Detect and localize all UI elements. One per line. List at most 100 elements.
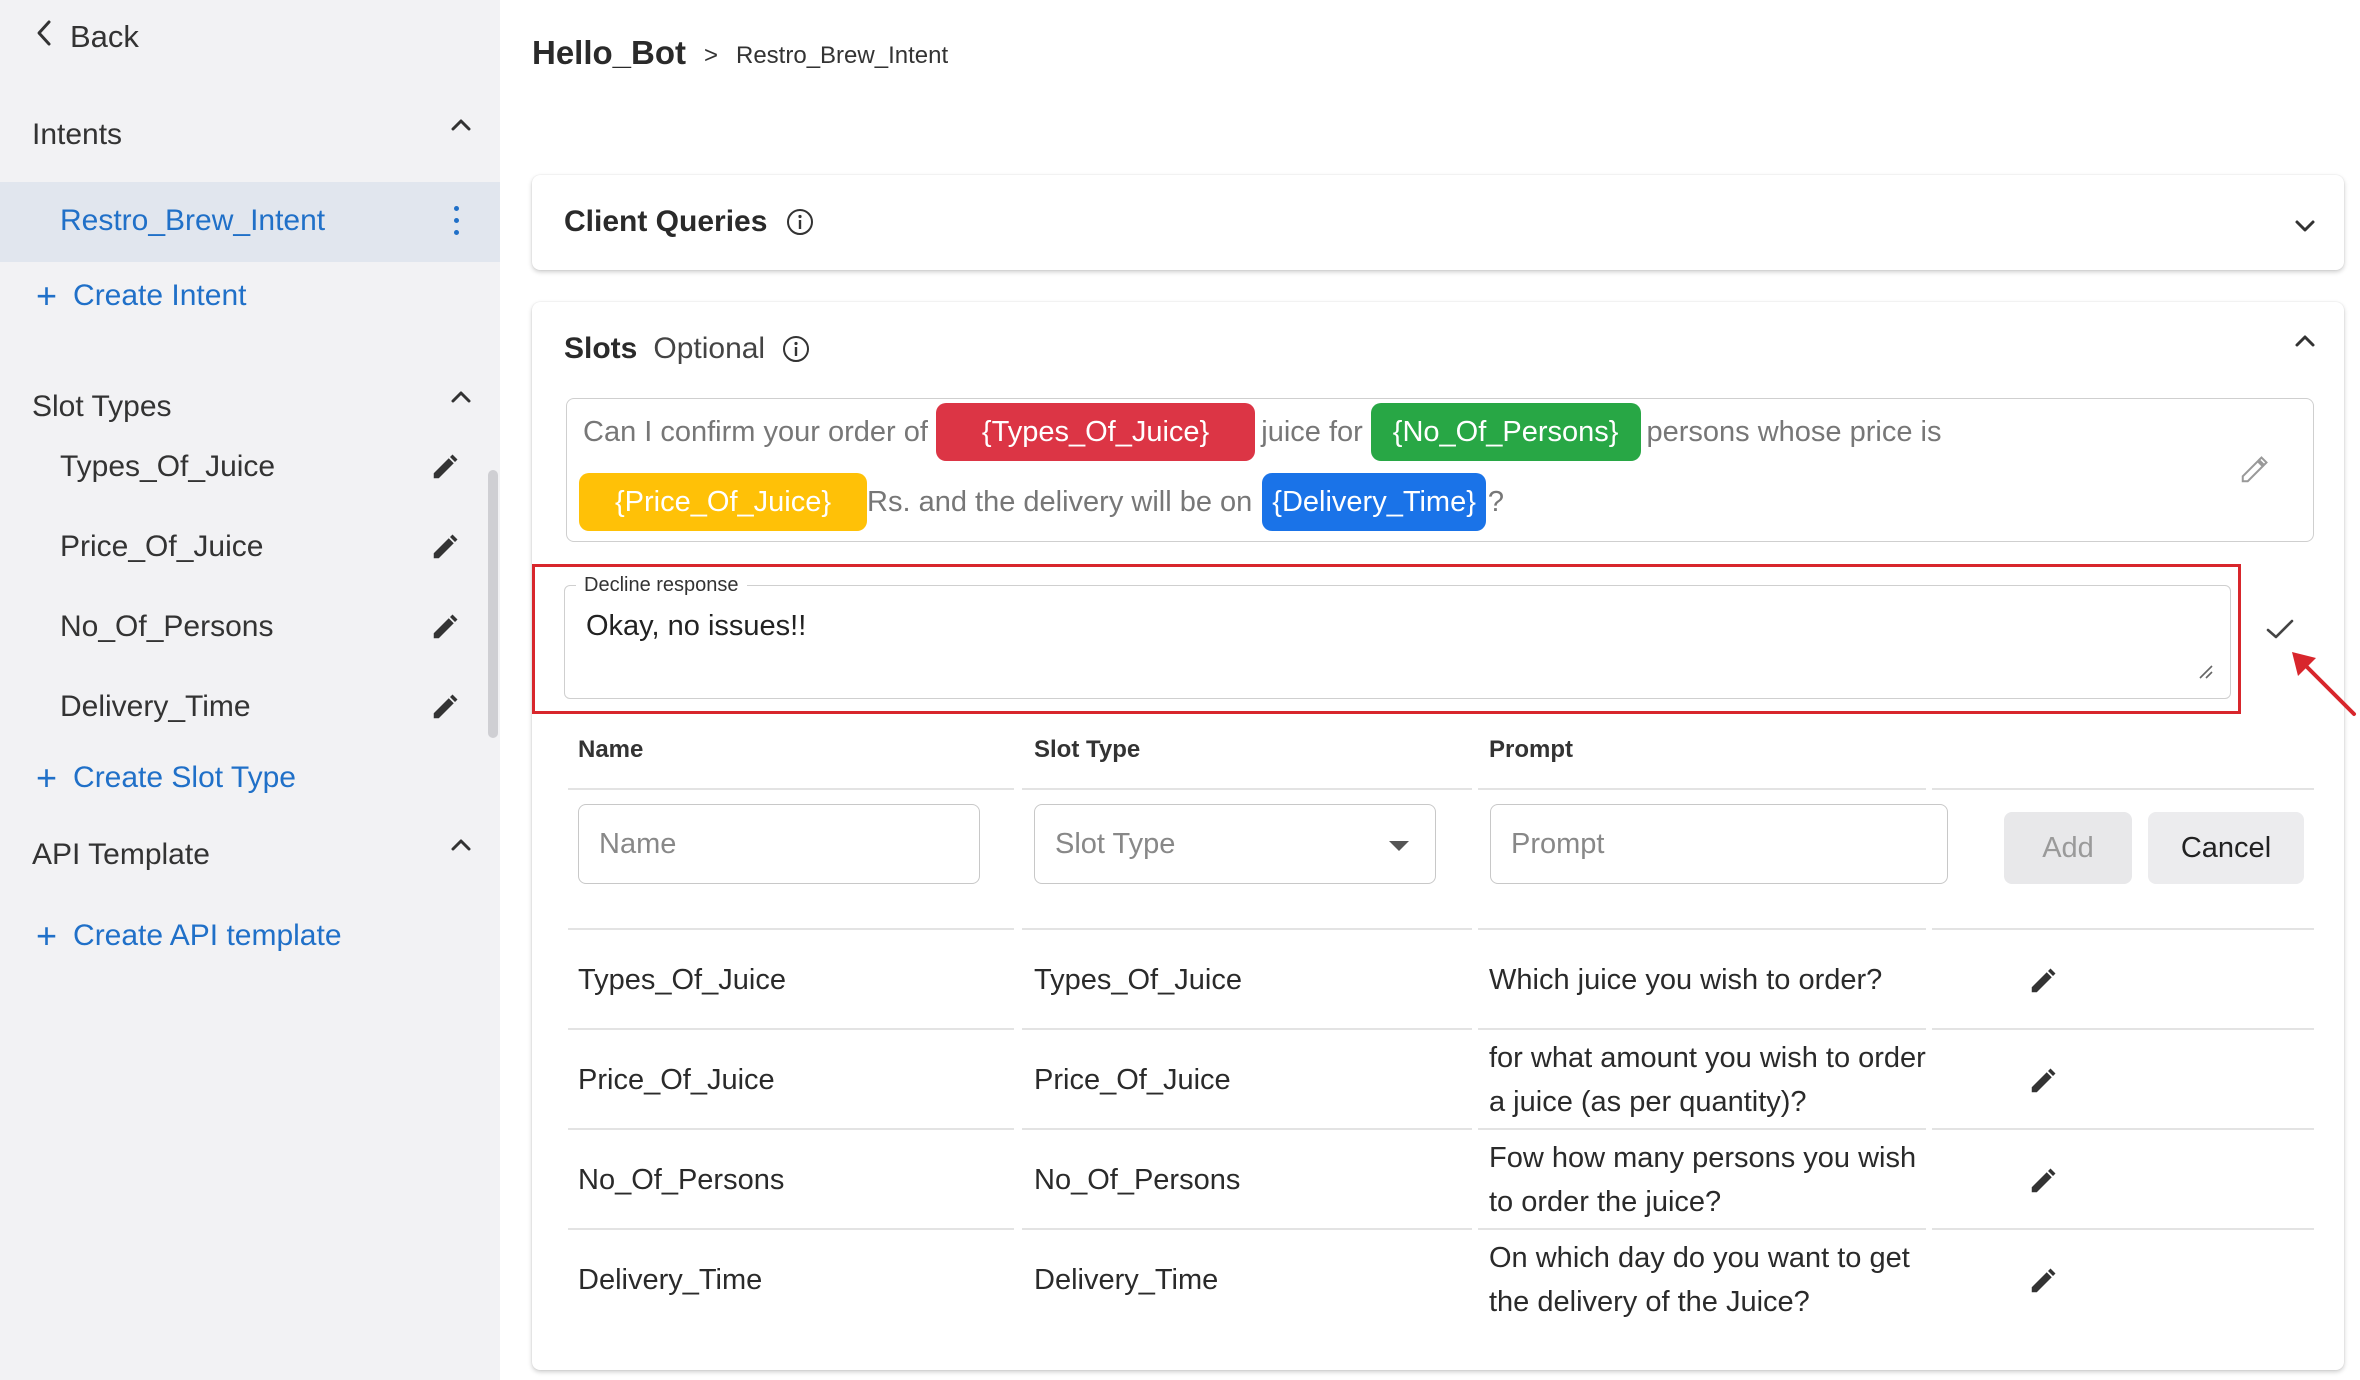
- slots-title: Slots: [564, 332, 638, 365]
- plus-icon: +: [36, 915, 58, 956]
- column-header-prompt: Prompt: [1489, 736, 1573, 763]
- chevron-up-icon[interactable]: [2292, 328, 2318, 354]
- pencil-icon[interactable]: [430, 612, 460, 642]
- decline-response-field[interactable]: [564, 585, 2231, 699]
- cancel-button[interactable]: Cancel: [2148, 812, 2304, 884]
- intents-section-title: Intents: [32, 118, 123, 151]
- breadcrumb-bot[interactable]: Hello_Bot: [532, 34, 686, 72]
- divider: [568, 788, 1014, 790]
- client-queries-card[interactable]: Client Queries: [532, 175, 2344, 270]
- table-cell-prompt: On which day do you want to get: [1489, 1242, 1910, 1274]
- divider: [1022, 1228, 1472, 1230]
- sidebar: Back Intents Restro_Brew_Intent + Create…: [0, 0, 500, 1380]
- pencil-icon[interactable]: [2239, 455, 2269, 485]
- sidebar-item-types-of-juice[interactable]: Types_Of_Juice: [60, 450, 275, 484]
- more-vertical-icon[interactable]: [454, 206, 462, 238]
- table-cell-prompt: the delivery of the Juice?: [1489, 1286, 1810, 1318]
- table-cell-prompt: Which juice you wish to order?: [1489, 964, 1883, 996]
- table-cell-name: Delivery_Time: [578, 1264, 763, 1296]
- pencil-icon[interactable]: [2028, 1066, 2058, 1096]
- divider: [1022, 1028, 1472, 1030]
- sidebar-scrollbar[interactable]: [488, 470, 498, 738]
- add-button[interactable]: Add: [2004, 812, 2132, 884]
- divider: [1932, 1028, 2314, 1030]
- pencil-icon[interactable]: [2028, 966, 2058, 996]
- sidebar-item-price-of-juice[interactable]: Price_Of_Juice: [60, 530, 263, 564]
- slot-chip-delivery-time: {Delivery_Time}: [1262, 473, 1486, 531]
- chevron-up-icon[interactable]: [448, 832, 474, 858]
- divider: [1932, 788, 2314, 790]
- chevron-left-icon: [34, 18, 54, 56]
- table-cell-name: Types_Of_Juice: [578, 964, 786, 996]
- divider: [1932, 928, 2314, 930]
- annotation-arrow-icon: [2282, 642, 2360, 722]
- optional-label: Optional: [653, 332, 766, 365]
- table-cell-slot-type: No_Of_Persons: [1034, 1164, 1241, 1196]
- api-template-section-title: API Template: [32, 838, 210, 871]
- breadcrumb-intent: Restro_Brew_Intent: [736, 42, 949, 69]
- table-cell-name: Price_Of_Juice: [578, 1064, 775, 1096]
- sidebar-item-delivery-time[interactable]: Delivery_Time: [60, 690, 251, 724]
- divider: [568, 1128, 1014, 1130]
- decline-response-value[interactable]: Okay, no issues!!: [586, 610, 806, 643]
- plus-icon: +: [36, 275, 58, 316]
- confirmation-template-box[interactable]: Can I confirm your order of {Types_Of_Ju…: [566, 398, 2314, 542]
- sidebar-item-no-of-persons[interactable]: No_Of_Persons: [60, 610, 273, 644]
- slot-type-select-value: Slot Type: [1055, 828, 1176, 860]
- caret-down-icon: [1389, 841, 1409, 851]
- create-slot-type-link[interactable]: + Create Slot Type: [36, 760, 296, 796]
- divider: [1478, 788, 1926, 790]
- divider: [1932, 1228, 2314, 1230]
- slot-name-input[interactable]: Name: [578, 804, 980, 884]
- pencil-icon[interactable]: [430, 532, 460, 562]
- divider: [1022, 788, 1472, 790]
- divider: [1478, 928, 1926, 930]
- check-icon[interactable]: [2262, 614, 2298, 644]
- chevron-down-icon[interactable]: [2292, 213, 2318, 239]
- divider: [568, 1028, 1014, 1030]
- divider: [1932, 1128, 2314, 1130]
- table-cell-slot-type: Types_Of_Juice: [1034, 964, 1242, 996]
- template-text: Can I confirm your order of: [583, 415, 928, 448]
- table-cell-prompt: Fow how many persons you wish: [1489, 1142, 1917, 1174]
- template-text: ?: [1487, 485, 1505, 518]
- divider: [568, 1228, 1014, 1230]
- table-cell-name: No_Of_Persons: [578, 1164, 785, 1196]
- divider: [1022, 1128, 1472, 1130]
- slot-prompt-input[interactable]: Prompt: [1490, 804, 1948, 884]
- info-icon[interactable]: [781, 334, 811, 364]
- sidebar-item-label: Restro_Brew_Intent: [60, 204, 326, 237]
- slot-chip-types-of-juice: {Types_Of_Juice}: [935, 403, 1256, 461]
- divider: [1022, 928, 1472, 930]
- plus-icon: +: [36, 757, 58, 798]
- pencil-icon[interactable]: [2028, 1266, 2058, 1296]
- pencil-icon[interactable]: [430, 452, 460, 482]
- sidebar-item-restro-brew-intent[interactable]: Restro_Brew_Intent: [0, 182, 500, 262]
- divider: [568, 928, 1014, 930]
- divider: [1478, 1228, 1926, 1230]
- back-button[interactable]: Back: [34, 18, 139, 56]
- pencil-icon[interactable]: [430, 692, 460, 722]
- resize-handle-icon[interactable]: [2198, 664, 2214, 680]
- divider: [1478, 1028, 1926, 1030]
- create-api-template-link[interactable]: + Create API template: [36, 918, 342, 954]
- chevron-up-icon[interactable]: [448, 112, 474, 138]
- pencil-icon[interactable]: [2028, 1166, 2058, 1196]
- slot-types-section-title: Slot Types: [32, 390, 172, 423]
- slot-chip-price-of-juice: {Price_Of_Juice}: [579, 473, 868, 531]
- create-intent-label: Create Intent: [73, 279, 247, 312]
- create-intent-link[interactable]: + Create Intent: [36, 278, 246, 314]
- info-icon[interactable]: [785, 207, 815, 237]
- table-cell-prompt: a juice (as per quantity)?: [1489, 1086, 1807, 1118]
- template-text: Rs. and the delivery will be on: [867, 485, 1253, 518]
- divider: [1478, 1128, 1926, 1130]
- slot-type-select[interactable]: Slot Type: [1034, 804, 1436, 884]
- chevron-up-icon[interactable]: [448, 384, 474, 410]
- table-cell-prompt: to order the juice?: [1489, 1186, 1722, 1218]
- create-api-template-label: Create API template: [73, 919, 342, 952]
- breadcrumb-separator: >: [704, 42, 719, 69]
- decline-response-label: Decline response: [576, 574, 747, 597]
- back-label: Back: [70, 19, 139, 54]
- table-cell-prompt: for what amount you wish to order: [1489, 1042, 1926, 1074]
- create-slot-type-label: Create Slot Type: [73, 761, 296, 794]
